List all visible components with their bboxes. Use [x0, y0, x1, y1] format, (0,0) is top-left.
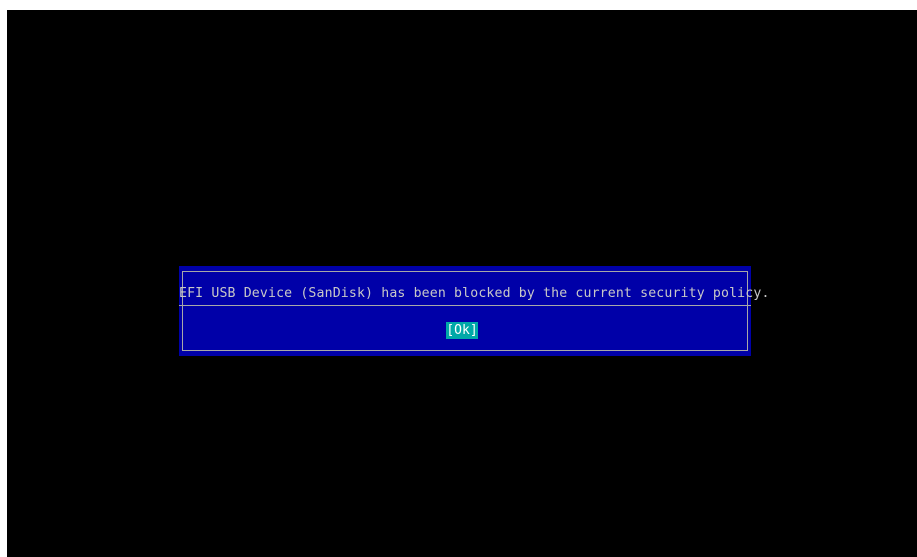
firmware-screen: EFI USB Device (SanDisk) has been blocke… [7, 10, 917, 557]
security-policy-dialog: EFI USB Device (SanDisk) has been blocke… [179, 266, 770, 356]
ok-button[interactable]: [Ok] [446, 322, 478, 339]
dialog-message: EFI USB Device (SanDisk) has been blocke… [179, 286, 770, 301]
dialog-divider [179, 305, 751, 306]
dialog-border [182, 271, 748, 351]
